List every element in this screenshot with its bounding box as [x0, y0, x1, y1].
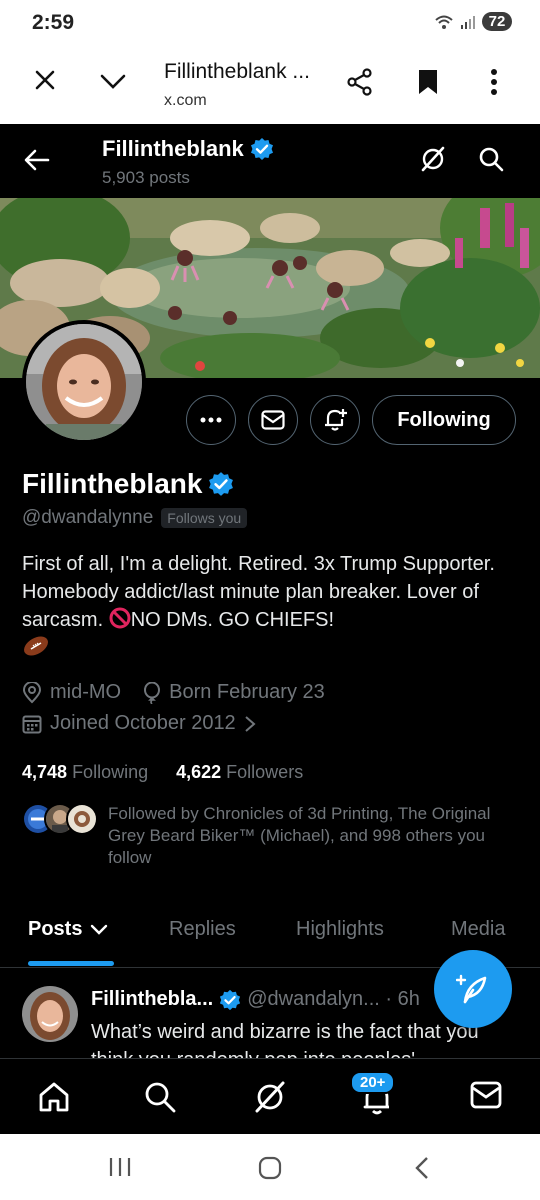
tab-highlights[interactable]: Highlights	[296, 918, 384, 941]
verified-badge-icon	[208, 471, 234, 497]
profile-name-text: Fillintheblank	[22, 468, 203, 499]
location-pin-icon	[22, 681, 42, 704]
joined-text: Joined October 2012	[50, 712, 236, 734]
joined-item[interactable]: Joined October 2012	[22, 712, 256, 735]
notifications-subscribe-button[interactable]	[310, 395, 360, 445]
more-horizontal-icon	[200, 417, 222, 423]
following-stat[interactable]: 4,748 Following	[22, 762, 148, 783]
followed-by-text[interactable]: Followed by Chronicles of 3d Printing, T…	[108, 803, 518, 869]
messages-envelope-icon[interactable]	[470, 1081, 502, 1109]
share-icon[interactable]	[346, 68, 374, 96]
status-time: 2:59	[32, 11, 75, 34]
profile-handle: @dwandalynne	[22, 507, 154, 528]
birthday-item: Born February 23	[143, 681, 325, 704]
header-name-text: Fillintheblank	[102, 136, 244, 161]
back-chevron-icon[interactable]	[414, 1156, 430, 1180]
notifications-badge: 20+	[350, 1071, 396, 1094]
bottom-navigation: 20+	[0, 1058, 540, 1134]
birthday-text: Born February 23	[169, 681, 325, 703]
location-item: mid-MO	[22, 681, 121, 704]
battery-indicator: 72	[482, 12, 512, 31]
verified-badge-icon	[219, 989, 241, 1011]
search-icon[interactable]	[144, 1081, 176, 1113]
location-text: mid-MO	[50, 681, 122, 703]
following-count: 4,748	[22, 762, 68, 782]
home-circle-icon[interactable]	[258, 1156, 282, 1180]
post-avatar[interactable]	[22, 986, 78, 1042]
followers-stat[interactable]: 4,622 Followers	[176, 762, 303, 783]
followers-count: 4,622	[176, 762, 222, 782]
follower-avatar	[66, 803, 98, 835]
grok-icon[interactable]	[254, 1081, 286, 1113]
bookmark-icon[interactable]	[417, 68, 439, 96]
football-emoji-icon	[22, 634, 50, 658]
profile-name: Fillintheblank	[22, 468, 234, 500]
header-name: Fillintheblank	[102, 136, 274, 162]
following-label: Following	[72, 762, 149, 782]
bell-plus-icon	[322, 407, 348, 433]
search-icon[interactable]	[478, 146, 504, 172]
following-button[interactable]: Following	[372, 395, 516, 445]
profile-header: Fillintheblank 5,903 posts	[0, 124, 540, 198]
back-arrow-icon[interactable]	[24, 148, 50, 172]
compose-post-button[interactable]	[434, 950, 512, 1028]
chevron-down-icon[interactable]	[100, 74, 126, 90]
system-navigation-bar	[0, 1134, 540, 1200]
compose-feather-icon	[456, 972, 490, 1006]
post-author-name[interactable]: Fillintheblа...	[91, 988, 213, 1011]
browser-title: Fillintheblank ...	[164, 60, 310, 83]
follow-stats: 4,748 Following 4,622 Followers	[22, 762, 303, 783]
profile-bio: First of all, I'm a delight. Retired. 3x…	[22, 550, 522, 662]
no-entry-emoji-icon	[109, 607, 131, 629]
calendar-icon	[22, 714, 42, 734]
balloon-icon	[143, 681, 161, 704]
close-icon[interactable]	[34, 69, 56, 91]
profile-handle-row: @dwandalynne Follows you	[22, 507, 248, 529]
tab-posts[interactable]: Posts	[28, 918, 108, 941]
tab-replies[interactable]: Replies	[169, 918, 236, 941]
post-header: Fillintheblа... @dwandalyn... · 6h	[91, 988, 420, 1011]
post-handle-time: @dwandalyn... · 6h	[247, 988, 420, 1010]
browser-url: x.com	[164, 92, 207, 109]
profile-meta: mid-MO Born February 23	[22, 681, 347, 704]
bio-text-end: NO DMs. GO CHIEFS!	[130, 609, 335, 631]
system-indicators: 72	[434, 12, 512, 31]
followed-by-avatars[interactable]	[22, 803, 98, 835]
envelope-icon	[261, 410, 285, 430]
more-options-button[interactable]	[186, 395, 236, 445]
verified-badge-icon	[250, 137, 274, 161]
home-icon[interactable]	[38, 1081, 70, 1113]
tab-posts-label: Posts	[28, 918, 83, 940]
follows-you-badge: Follows you	[161, 508, 248, 528]
grok-icon[interactable]	[420, 146, 446, 172]
wifi-icon	[434, 14, 454, 30]
profile-avatar[interactable]	[22, 320, 146, 444]
message-button[interactable]	[248, 395, 298, 445]
active-tab-indicator	[28, 961, 114, 966]
recent-apps-icon[interactable]	[108, 1156, 132, 1178]
followers-label: Followers	[226, 762, 304, 782]
status-bar: 2:59 72	[0, 0, 540, 44]
signal-icon	[460, 14, 476, 30]
more-vertical-icon[interactable]	[490, 68, 498, 96]
joined-row[interactable]: Joined October 2012	[22, 712, 278, 735]
chevron-down-icon	[90, 924, 108, 936]
tab-media[interactable]: Media	[451, 918, 505, 941]
posts-count: 5,903 posts	[102, 168, 190, 187]
chevron-right-icon	[244, 715, 256, 733]
browser-toolbar: Fillintheblank ... x.com	[0, 44, 540, 124]
